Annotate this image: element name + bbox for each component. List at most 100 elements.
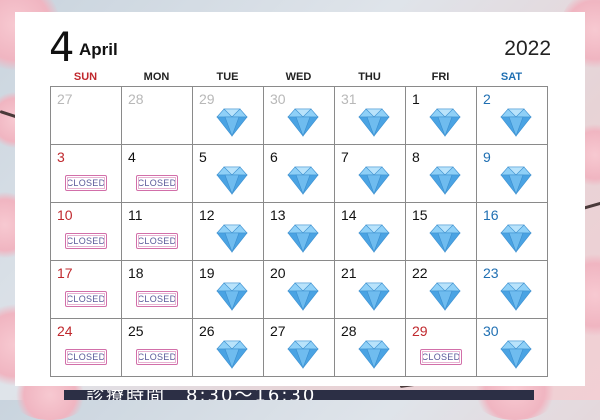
diamond-icon xyxy=(500,340,532,369)
day-number: 25 xyxy=(128,323,144,339)
calendar-day-cell[interactable]: 25 CLOSED xyxy=(122,319,193,377)
day-number: 14 xyxy=(341,207,357,223)
calendar-day-cell[interactable]: 29 xyxy=(193,87,264,145)
diamond-icon xyxy=(500,108,532,137)
footer-band: 診療時間 8:30～16:30 xyxy=(64,390,534,400)
calendar-day-cell[interactable]: 8 xyxy=(406,145,477,203)
calendar-day-cell[interactable]: 27 xyxy=(51,87,122,145)
day-number: 18 xyxy=(128,265,144,281)
day-number: 27 xyxy=(57,91,73,107)
closed-stamp: CLOSED xyxy=(65,233,107,249)
calendar-day-cell[interactable]: 22 xyxy=(406,261,477,319)
diamond-icon xyxy=(358,108,390,137)
calendar-day-cell[interactable]: 19 xyxy=(193,261,264,319)
weekday-thu: THU xyxy=(358,71,381,83)
calendar-day-cell[interactable]: 24 CLOSED xyxy=(51,319,122,377)
diamond-icon xyxy=(429,108,461,137)
diamond-icon xyxy=(216,224,248,253)
day-number: 29 xyxy=(199,91,215,107)
day-number: 27 xyxy=(270,323,286,339)
weekday-sat: SAT xyxy=(500,71,523,83)
calendar-day-cell[interactable]: 26 xyxy=(193,319,264,377)
day-number: 16 xyxy=(483,207,499,223)
calendar-day-cell[interactable]: 4 CLOSED xyxy=(122,145,193,203)
calendar-day-cell[interactable]: 2 xyxy=(477,87,548,145)
day-number: 17 xyxy=(57,265,73,281)
closed-stamp: CLOSED xyxy=(65,349,107,365)
calendar-day-cell[interactable]: 6 xyxy=(264,145,335,203)
closed-stamp: CLOSED xyxy=(65,175,107,191)
calendar-day-cell[interactable]: 20 xyxy=(264,261,335,319)
day-number: 13 xyxy=(270,207,286,223)
day-number: 31 xyxy=(341,91,357,107)
diamond-icon xyxy=(500,166,532,195)
weekday-wed: WED xyxy=(285,71,312,83)
calendar-day-cell[interactable]: 30 xyxy=(264,87,335,145)
diamond-icon xyxy=(216,340,248,369)
year-label: 2022 xyxy=(504,37,551,60)
calendar-day-cell[interactable]: 16 xyxy=(477,203,548,261)
day-number: 28 xyxy=(341,323,357,339)
calendar-day-cell[interactable]: 13 xyxy=(264,203,335,261)
day-number: 1 xyxy=(412,91,420,107)
calendar-day-cell[interactable]: 11 CLOSED xyxy=(122,203,193,261)
closed-stamp: CLOSED xyxy=(65,291,107,307)
diamond-icon xyxy=(287,166,319,195)
calendar-day-cell[interactable]: 14 xyxy=(335,203,406,261)
diamond-icon xyxy=(358,224,390,253)
closed-stamp: CLOSED xyxy=(420,349,462,365)
diamond-icon xyxy=(216,282,248,311)
calendar-day-cell[interactable]: 15 xyxy=(406,203,477,261)
closed-stamp: CLOSED xyxy=(136,233,178,249)
weekday-header-row: SUN MON TUE WED THU FRI SAT xyxy=(50,68,550,86)
day-number: 15 xyxy=(412,207,428,223)
diamond-icon xyxy=(287,108,319,137)
day-number: 11 xyxy=(128,207,143,223)
diamond-icon xyxy=(216,166,248,195)
calendar-grid: 27 28 29 30 31 1 2 3 CLOSED 4 CLOSED 5 6 7 8 9 10 CLOSED 1… xyxy=(50,86,548,377)
calendar-day-cell[interactable]: 31 xyxy=(335,87,406,145)
diamond-icon xyxy=(287,340,319,369)
calendar-day-cell[interactable]: 9 xyxy=(477,145,548,203)
closed-stamp: CLOSED xyxy=(136,175,178,191)
day-number: 23 xyxy=(483,265,499,281)
diamond-icon xyxy=(358,166,390,195)
diamond-icon xyxy=(500,224,532,253)
calendar-day-cell[interactable]: 1 xyxy=(406,87,477,145)
calendar-day-cell[interactable]: 28 xyxy=(335,319,406,377)
day-number: 29 xyxy=(412,323,428,339)
day-number: 30 xyxy=(270,91,286,107)
day-number: 8 xyxy=(412,149,420,165)
diamond-icon xyxy=(500,282,532,311)
calendar-day-cell[interactable]: 12 xyxy=(193,203,264,261)
calendar-day-cell[interactable]: 29 CLOSED xyxy=(406,319,477,377)
calendar-day-cell[interactable]: 27 xyxy=(264,319,335,377)
calendar-day-cell[interactable]: 28 xyxy=(122,87,193,145)
calendar-day-cell[interactable]: 7 xyxy=(335,145,406,203)
day-number: 22 xyxy=(412,265,428,281)
weekday-mon: MON xyxy=(143,71,170,83)
closed-stamp: CLOSED xyxy=(136,291,178,307)
calendar-day-cell[interactable]: 17 CLOSED xyxy=(51,261,122,319)
calendar-day-cell[interactable]: 21 xyxy=(335,261,406,319)
calendar-day-cell[interactable]: 5 xyxy=(193,145,264,203)
day-number: 7 xyxy=(341,149,349,165)
month-number: 4 xyxy=(49,25,75,71)
calendar-day-cell[interactable]: 3 CLOSED xyxy=(51,145,122,203)
diamond-icon xyxy=(429,166,461,195)
day-number: 24 xyxy=(57,323,73,339)
weekday-tue: TUE xyxy=(216,71,239,83)
day-number: 5 xyxy=(199,149,207,165)
diamond-icon xyxy=(429,282,461,311)
calendar-day-cell[interactable]: 23 xyxy=(477,261,548,319)
day-number: 2 xyxy=(483,91,491,107)
calendar-day-cell[interactable]: 18 CLOSED xyxy=(122,261,193,319)
calendar-day-cell[interactable]: 30 xyxy=(477,319,548,377)
diamond-icon xyxy=(429,224,461,253)
month-name: April xyxy=(79,40,118,59)
calendar-day-cell[interactable]: 10 CLOSED xyxy=(51,203,122,261)
day-number: 26 xyxy=(199,323,215,339)
day-number: 12 xyxy=(199,207,215,223)
weekday-sun: SUN xyxy=(73,71,98,83)
day-number: 28 xyxy=(128,91,144,107)
